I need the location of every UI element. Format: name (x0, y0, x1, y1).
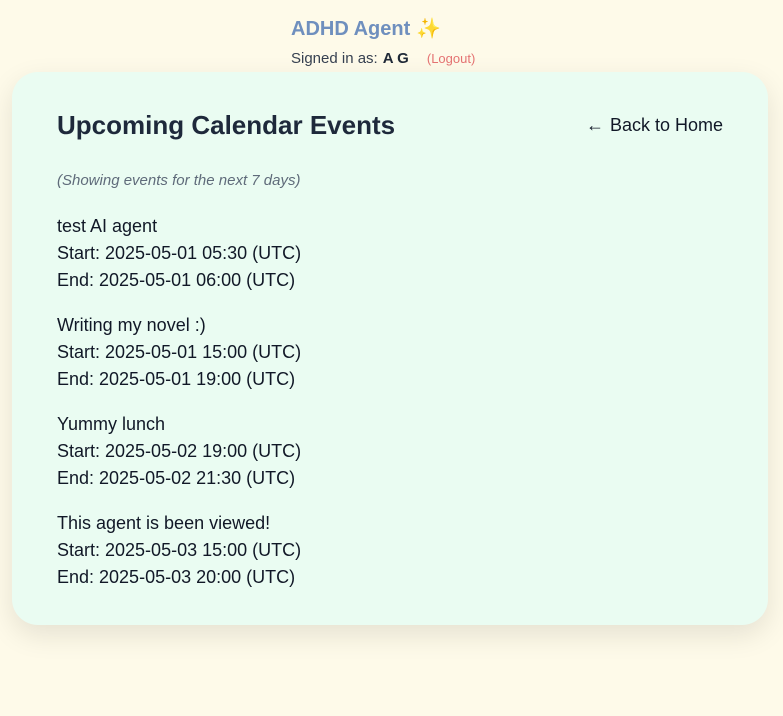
event-title: test AI agent (57, 216, 158, 236)
event-title: Yummy lunch (57, 414, 166, 434)
event-start: Start: 2025-05-02 19:00 (UTC) (57, 441, 302, 461)
signed-in-label: Signed in as: (291, 50, 378, 67)
event-title: This agent is been viewed! (57, 513, 271, 533)
event-end: End: 2025-05-01 06:00 (UTC) (57, 270, 296, 290)
back-to-home-label: Back to Home (609, 115, 723, 135)
logout-link[interactable]: (Logout) (427, 51, 475, 66)
event-end: End: 2025-05-02 21:30 (UTC) (57, 468, 296, 488)
sparkles-icon: ✨ (416, 18, 442, 40)
event-end: End: 2025-05-01 19:00 (UTC) (57, 369, 296, 389)
event-item: Writing my novel :) Start: 2025-05-01 15… (57, 312, 301, 393)
event-item: This agent is been viewed! Start: 2025-0… (57, 510, 301, 591)
app-header: ADHD Agent ✨ Signed in as: A G (Logout) (291, 16, 475, 67)
events-range-note: (Showing events for the next 7 days) (57, 172, 301, 189)
back-to-home-link[interactable]: ← Back to Home (586, 115, 723, 136)
event-start: Start: 2025-05-03 15:00 (UTC) (57, 540, 302, 560)
arrow-left-icon: ← (585, 115, 604, 135)
event-title: Writing my novel :) (57, 315, 206, 335)
event-item: Yummy lunch Start: 2025-05-02 19:00 (UTC… (57, 411, 301, 492)
event-start: Start: 2025-05-01 15:00 (UTC) (57, 342, 302, 362)
signin-status: Signed in as: A G (Logout) (291, 50, 475, 67)
event-item: test AI agent Start: 2025-05-01 05:30 (U… (57, 213, 301, 294)
event-start: Start: 2025-05-01 05:30 (UTC) (57, 243, 302, 263)
app-title: ADHD Agent ✨ (291, 16, 475, 42)
app-title-text: ADHD Agent (291, 18, 411, 40)
events-list: test AI agent Start: 2025-05-01 05:30 (U… (57, 213, 301, 609)
page-title: Upcoming Calendar Events (57, 110, 396, 140)
event-end: End: 2025-05-03 20:00 (UTC) (57, 567, 296, 587)
events-card: Upcoming Calendar Events ← Back to Home … (12, 72, 768, 625)
user-name: A G (382, 50, 409, 67)
